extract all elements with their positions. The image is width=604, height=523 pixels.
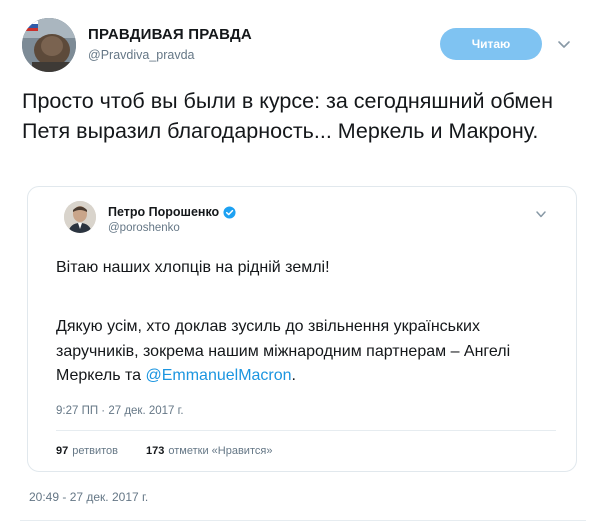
bottom-divider — [20, 520, 586, 521]
chevron-down-icon[interactable] — [556, 36, 572, 52]
quoted-text-paragraph: Дякую усім, хто доклав зусиль до звільне… — [56, 315, 566, 389]
quoted-avatar-image — [64, 201, 96, 233]
quoted-name-row: Петро Порошенко — [108, 205, 236, 219]
quoted-author-info: Петро Порошенко @poroshenko — [108, 205, 236, 234]
quoted-text-line1: Вітаю наших хлопців на рідній землі! — [56, 259, 330, 276]
quoted-chevron-down-icon[interactable] — [534, 207, 548, 221]
quoted-tweet[interactable]: Петро Порошенко @poroshenko Вітаю наших … — [27, 186, 577, 472]
author-info: ПРАВДИВАЯ ПРАВДА @Pravdiva_pravda — [88, 26, 252, 62]
retweets-count: 97 — [56, 445, 69, 457]
quoted-divider — [56, 430, 556, 431]
author-display-name[interactable]: ПРАВДИВАЯ ПРАВДА — [88, 26, 252, 43]
likes-stat[interactable]: 173 отметки «Нравится» — [146, 445, 272, 457]
tweet-text: Просто чтоб вы были в курсе: за сегодняш… — [22, 89, 553, 143]
quoted-author-handle[interactable]: @poroshenko — [108, 222, 236, 234]
quoted-stats: 97 ретвитов 173 отметки «Нравится» — [56, 445, 300, 457]
quoted-author-avatar[interactable] — [64, 201, 96, 233]
tweet-header: ПРАВДИВАЯ ПРАВДА @Pravdiva_pravda Читаю — [22, 18, 582, 74]
following-button[interactable]: Читаю — [440, 28, 542, 60]
quoted-author-name[interactable]: Петро Порошенко — [108, 205, 219, 219]
likes-count: 173 — [146, 445, 165, 457]
likes-label: отметки «Нравится» — [168, 445, 273, 457]
tweet-timestamp[interactable]: 20:49 - 27 дек. 2017 г. — [29, 490, 148, 504]
quoted-timestamp[interactable]: 9:27 ПП · 27 дек. 2017 г. — [56, 405, 184, 417]
mention-link[interactable]: @EmmanuelMacron — [145, 367, 291, 384]
author-handle[interactable]: @Pravdiva_pravda — [88, 48, 252, 62]
retweets-stat[interactable]: 97 ретвитов — [56, 445, 118, 457]
verified-badge-icon — [223, 205, 236, 219]
avatar-image — [22, 18, 76, 72]
quoted-paragraph-end: . — [291, 367, 296, 384]
author-avatar[interactable] — [22, 18, 76, 72]
retweets-label: ретвитов — [72, 445, 119, 457]
